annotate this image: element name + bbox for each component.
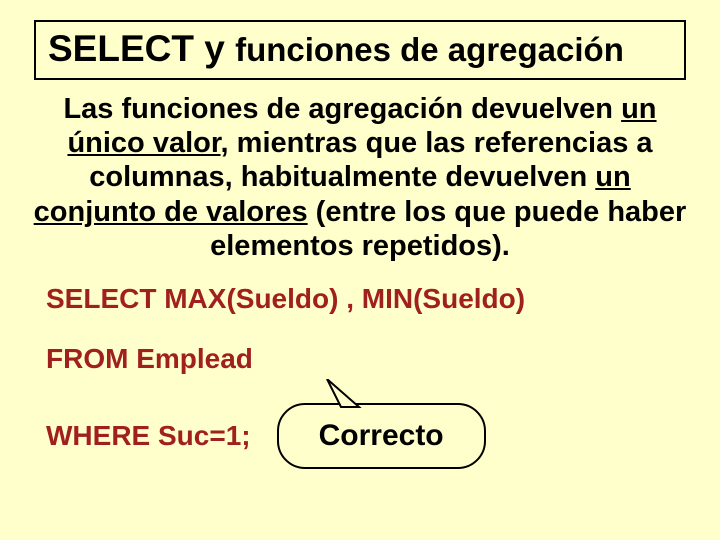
sql-line-2: FROM Emplead xyxy=(46,343,674,375)
callout-bubble: Correcto xyxy=(277,403,486,469)
para-text-1: Las funciones de agregación devuelven xyxy=(63,93,621,125)
sql-last-row: WHERE Suc=1; Correcto xyxy=(46,403,674,469)
title-box: SELECT y funciones de agregación xyxy=(34,20,686,80)
slide: SELECT y funciones de agregación Las fun… xyxy=(0,0,720,540)
sql-block: SELECT MAX(Sueldo) , MIN(Sueldo) FROM Em… xyxy=(46,283,674,469)
description-paragraph: Las funciones de agregación devuelven un… xyxy=(30,92,690,263)
title-part2: funciones de agregación xyxy=(235,31,624,68)
sql-line-3: WHERE Suc=1; xyxy=(46,420,251,452)
callout-text: Correcto xyxy=(319,419,444,452)
callout-wrap: Correcto xyxy=(277,403,486,469)
title-part1: SELECT y xyxy=(48,28,235,69)
sql-line-1: SELECT MAX(Sueldo) , MIN(Sueldo) xyxy=(46,283,674,315)
